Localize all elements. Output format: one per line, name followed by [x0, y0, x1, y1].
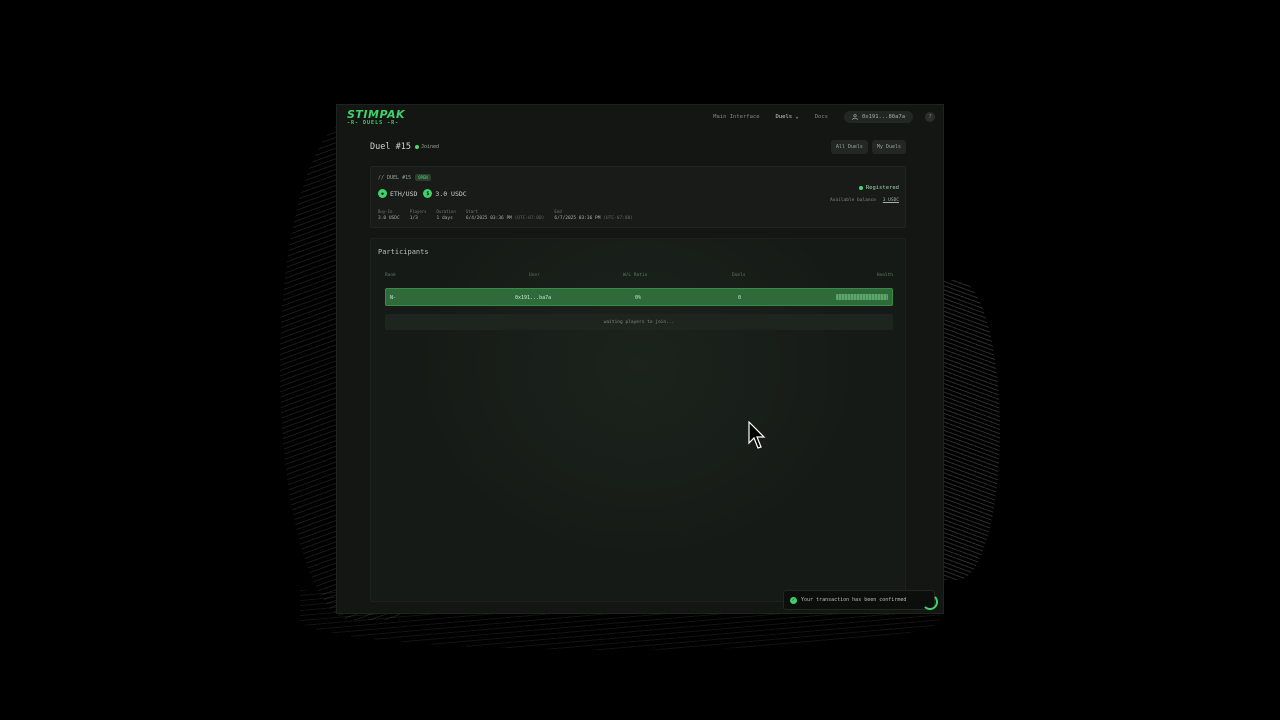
participants-title: Participants [378, 248, 429, 256]
stat-duration: Duration 1 days [437, 209, 456, 221]
usdc-icon: $ [423, 189, 433, 198]
registered-status: Registered [858, 185, 899, 191]
duel-info-card: // DUEL #15 OPEN ◆ ETH/USD $ 3.0 USDC Bu… [370, 166, 906, 228]
column-header-health: Health [876, 273, 893, 278]
page-header: Duel #15 Joined All Duels My Duels [370, 140, 906, 154]
stat-players: Players 1/3 [410, 209, 427, 221]
cell-rank: N- [390, 295, 397, 301]
mouse-cursor-icon [748, 421, 766, 449]
balance-label: Available balance [829, 198, 877, 203]
card-label: // DUEL #15 OPEN [378, 174, 431, 181]
status-label: Joined [420, 144, 440, 150]
duel-stats: Buy-In 3.0 USDC Players 1/3 Duration 1 d… [378, 209, 633, 221]
participants-panel: Participants Rank User W/L Ratio Duels H… [370, 238, 906, 602]
my-duels-button[interactable]: My Duels [871, 140, 906, 154]
stat-end-timezone: (UTC-07:00) [603, 216, 633, 221]
card-label-text: // DUEL #15 [378, 174, 412, 181]
all-duels-button[interactable]: All Duels [830, 140, 868, 154]
table-header: Rank User W/L Ratio Duels Health [385, 273, 893, 281]
table-row[interactable]: N- 0x191...ba7a 0% 0 [385, 288, 893, 306]
stat-value: 3.0 USDC [378, 216, 400, 221]
stat-label: End [554, 209, 562, 214]
stat-value: 6/7/2025 03:36 PM (UTC-07:00) [554, 216, 633, 221]
check-icon: ✓ [790, 596, 797, 604]
loading-spinner-icon [922, 594, 938, 610]
asset-pair-label: ETH/USD [390, 189, 418, 198]
waiting-message: waiting players to join... [385, 314, 893, 330]
stat-end: End 6/7/2025 03:36 PM (UTC-07:00) [554, 209, 633, 221]
asset-row: ◆ ETH/USD $ 3.0 USDC [378, 189, 467, 198]
stat-label: Players [409, 209, 427, 214]
balance-value-link[interactable]: 3 USDC [883, 198, 899, 203]
stat-value: 1/3 [409, 216, 418, 221]
stat-value: 6/4/2025 03:36 PM (UTC-07:00) [466, 216, 545, 221]
cell-user: 0x191...ba7a [515, 295, 552, 301]
cell-duels: 0 [738, 295, 742, 301]
stat-label: Duration [436, 209, 456, 214]
column-header-user: User [529, 273, 540, 278]
column-header-ratio: W/L Ratio [623, 273, 648, 278]
registered-dot-icon [858, 186, 863, 190]
stat-start: Start 6/4/2025 03:36 PM (UTC-07:00) [466, 209, 545, 221]
page-title: Duel #15 [370, 142, 411, 152]
stat-start-time: 6/4/2025 03:36 PM [465, 216, 512, 221]
stake-amount: $ 3.0 USDC [423, 189, 467, 198]
header-buttons: All Duels My Duels [830, 140, 906, 154]
open-badge: OPEN [415, 174, 431, 181]
stat-value: 1 days [436, 216, 453, 221]
column-header-rank: Rank [385, 273, 396, 278]
available-balance: Available balance 3 USDC [830, 198, 899, 203]
status-badge: Joined [414, 144, 440, 150]
stat-label: Start [465, 209, 478, 214]
ethereum-icon: ◆ [378, 189, 387, 198]
toast-notification[interactable]: ✓ Your transaction has been confirmed [783, 590, 935, 610]
registered-label: Registered [865, 185, 899, 191]
cell-ratio: 0% [635, 295, 642, 301]
stat-buy-in: Buy-In 3.0 USDC [378, 209, 400, 221]
stat-end-time: 6/7/2025 03:36 PM [554, 216, 601, 221]
asset-pair: ◆ ETH/USD [378, 189, 417, 198]
stat-label: Buy-In [378, 209, 393, 214]
status-dot-icon [414, 145, 419, 149]
column-header-duels: Duels [732, 273, 746, 278]
stat-start-timezone: (UTC-07:00) [514, 216, 545, 221]
stake-amount-label: 3.0 USDC [435, 189, 467, 198]
toast-message: Your transaction has been confirmed [801, 597, 907, 603]
content-layer: Duel #15 Joined All Duels My Duels // DU… [336, 104, 944, 614]
health-bar [836, 294, 888, 300]
